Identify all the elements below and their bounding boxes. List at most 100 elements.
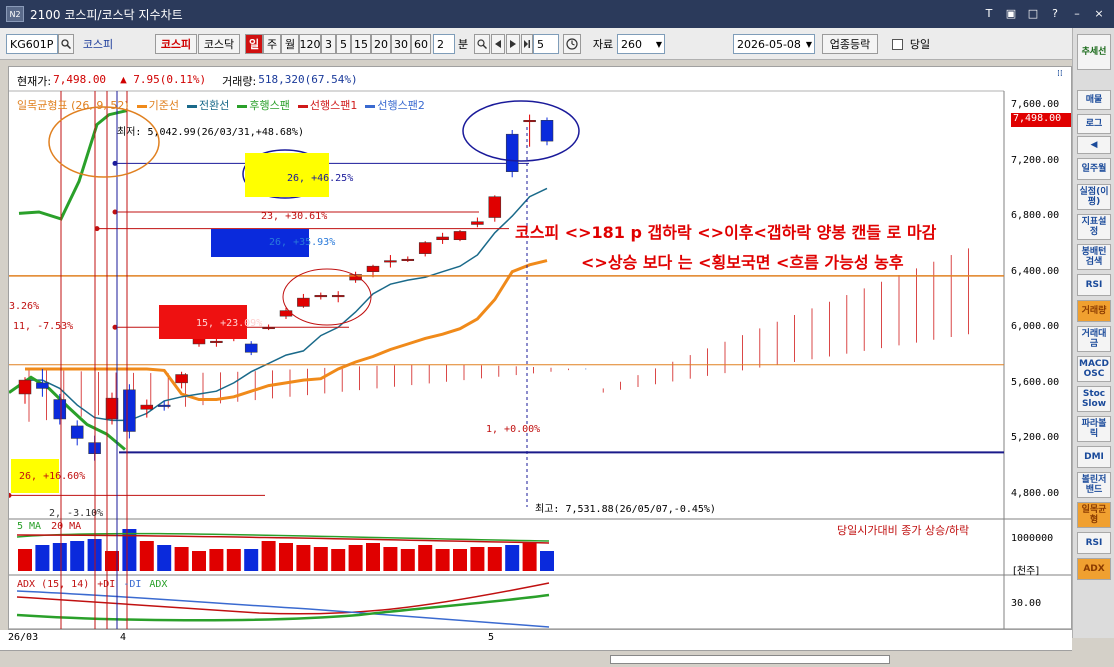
next-icon[interactable] [506, 34, 520, 54]
candle-body [175, 374, 188, 384]
day-week-month-button[interactable]: 일주월 [1077, 158, 1111, 180]
volume-bar [52, 543, 67, 571]
collapse-button[interactable]: ◀ [1077, 136, 1111, 154]
adx-legend: ADX (15, 14) +DI -DI ADX [17, 579, 167, 590]
minute-input[interactable]: 2 [433, 34, 455, 54]
zoom-icon[interactable] [474, 34, 490, 54]
date-value: 2026-05-08 [737, 37, 801, 51]
candle-body [157, 404, 171, 407]
candle-body [105, 397, 119, 420]
kosdaq-button[interactable]: 코스닥 [198, 34, 240, 54]
volume-legend: 5 MA 20 MA [17, 521, 81, 532]
rsi-button-2[interactable]: RSI [1077, 532, 1111, 554]
price-tick: 5,600.00 [1011, 377, 1060, 388]
bollinger-button[interactable]: 볼린저밴드 [1077, 472, 1111, 498]
minimize-button[interactable]: – [1068, 5, 1086, 21]
price-tick: 7,600.00 [1011, 99, 1060, 110]
pattern-search-button[interactable]: 봉배턴검색 [1077, 244, 1111, 270]
candle-body [314, 295, 328, 298]
volume-bar [383, 547, 398, 571]
annotation-a5: 11, -7.53% [13, 321, 74, 332]
minute-120-button[interactable]: 120 [299, 34, 321, 54]
candle-body [418, 242, 432, 254]
volume-bar [35, 545, 50, 571]
stoch-slow-button[interactable]: Stoc Slow [1077, 386, 1111, 412]
minute-3-button[interactable]: 3 [321, 34, 336, 54]
today-checkbox[interactable] [890, 34, 904, 54]
candle-body [123, 389, 136, 432]
end-icon[interactable] [521, 34, 533, 54]
indicator-settings-button[interactable]: 지표설정 [1077, 214, 1111, 240]
legend-kijun: 기준선 [136, 97, 179, 113]
date-select[interactable]: 2026-05-08 ▼ [733, 34, 815, 54]
volume-bar [209, 549, 224, 571]
macd-osc-button[interactable]: MACD OSC [1077, 356, 1111, 382]
minute-60-button[interactable]: 60 [411, 34, 431, 54]
trendline-button[interactable]: 추세선 [1077, 34, 1111, 70]
dmi-button[interactable]: DMI [1077, 446, 1111, 468]
close-button[interactable]: × [1090, 5, 1108, 21]
minute-30-button[interactable]: 30 [391, 34, 411, 54]
annotation-a3: 26, +35.93% [269, 237, 336, 248]
window-title: 2100 코스피/코스닥 지수차트 [30, 7, 183, 22]
prev-icon[interactable] [491, 34, 505, 54]
period-day-button[interactable]: 일 [245, 34, 263, 54]
scroll-track[interactable] [610, 655, 890, 664]
chevron-down-icon: ▼ [655, 39, 662, 49]
today-label: 당일 [909, 38, 931, 51]
log-button[interactable]: 로그 [1077, 114, 1111, 134]
annotation-a8: 26, +16.60% [19, 471, 86, 482]
parabolic-button[interactable]: 파라볼릭 [1077, 416, 1111, 442]
ichimoku-button[interactable]: 일목균형 [1077, 502, 1111, 528]
annotation-a6: 3.26% [9, 301, 40, 312]
volume-bar [244, 549, 259, 571]
current-price-label: 현재가: [17, 75, 52, 88]
supply-button[interactable]: 매물 [1077, 90, 1111, 110]
candle-body [453, 231, 467, 241]
period-week-button[interactable]: 주 [263, 34, 281, 54]
help-button[interactable]: ? [1046, 5, 1064, 21]
minute-15-button[interactable]: 15 [351, 34, 371, 54]
adx-label: ADX [149, 579, 168, 590]
minute-5-button[interactable]: 5 [336, 34, 351, 54]
sector-button[interactable]: 업종등락 [822, 34, 878, 54]
step-input[interactable]: 5 [533, 34, 559, 54]
minute-unit-label: 분 [457, 38, 469, 51]
bottom-scroll-bar[interactable] [0, 650, 1072, 667]
code-input[interactable]: KG601P [6, 34, 58, 54]
trade-value-button[interactable]: 거래대금 [1077, 326, 1111, 352]
chart-settings-icon[interactable]: ⁞⁞ [1057, 69, 1067, 79]
restore-button[interactable]: ▣ [1002, 5, 1020, 21]
chevron-down-icon: ▼ [805, 39, 812, 49]
clock-icon[interactable] [563, 34, 581, 54]
candle-body [331, 295, 345, 298]
adx-button[interactable]: ADX [1077, 558, 1111, 580]
moving-average-button[interactable]: 실점(이평) [1077, 184, 1111, 210]
candle-body [36, 382, 49, 389]
volume-bar [279, 543, 293, 571]
high-annotation: 최고: 7,531.88(26/05/07,-0.45%) [535, 504, 716, 515]
candle-body [210, 340, 223, 343]
pin-button[interactable]: T [980, 5, 998, 21]
volume-button[interactable]: 거래량 [1077, 300, 1111, 322]
kospi-button[interactable]: 코스피 [155, 34, 197, 54]
data-count-select[interactable]: 260 ▼ [617, 34, 665, 54]
adx-title: ADX (15, 14) [17, 579, 90, 590]
ichimoku-title: 일목균형표 (26, 9, 52) [17, 99, 129, 112]
volume-bar [348, 545, 363, 571]
change-value: ▲ 7.95(0.11%) [120, 73, 207, 86]
price-tick: 6,400.00 [1011, 266, 1060, 277]
maximize-button[interactable]: □ [1024, 5, 1042, 21]
candle-body [505, 133, 519, 172]
volume-bar [18, 549, 32, 571]
volume-bar [174, 547, 189, 571]
chart-area[interactable]: 현재가: 7,498.00 ▲ 7.95(0.11%) 거래량: 518,320… [8, 66, 1072, 642]
minute-20-button[interactable]: 20 [371, 34, 391, 54]
volume-bar [487, 547, 502, 571]
search-icon[interactable] [58, 34, 74, 54]
period-month-button[interactable]: 월 [281, 34, 299, 54]
volume-bar [313, 547, 328, 571]
chart-svg[interactable] [9, 67, 1071, 629]
rsi-button[interactable]: RSI [1077, 274, 1111, 296]
volume-bar [331, 549, 346, 571]
